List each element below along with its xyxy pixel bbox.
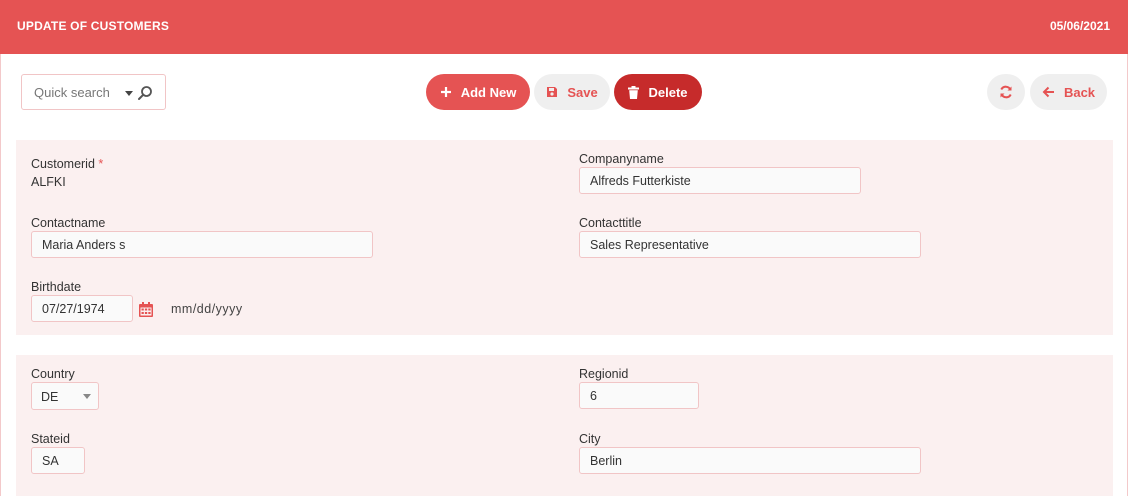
add-new-label: Add New: [460, 84, 517, 100]
delete-label: Delete: [648, 84, 688, 100]
chevron-down-icon[interactable]: [125, 91, 133, 96]
companyname-label: Companyname: [579, 152, 664, 166]
refresh-button[interactable]: [987, 74, 1025, 110]
country-select[interactable]: DE: [31, 382, 99, 410]
customer-details-panel: Customerid * ALFKI Companyname Alfreds F…: [16, 140, 1113, 335]
delete-button[interactable]: Delete: [614, 74, 702, 110]
add-new-button[interactable]: Add New: [426, 74, 530, 110]
save-label: Save: [567, 84, 598, 100]
customerid-value: ALFKI: [31, 175, 66, 189]
birthdate-field[interactable]: 07/27/1974: [31, 295, 133, 322]
country-value: DE: [41, 390, 59, 404]
arrow-left-icon: [1042, 86, 1054, 98]
country-label: Country: [31, 367, 75, 381]
save-button[interactable]: Save: [534, 74, 610, 110]
birthdate-label: Birthdate: [31, 280, 82, 294]
quick-search-input[interactable]: Quick search: [21, 74, 166, 110]
required-marker: *: [98, 157, 104, 171]
trash-icon: [628, 85, 640, 99]
contacttitle-label: Contacttitle: [579, 216, 642, 230]
header-date: 05/06/2021: [1049, 19, 1110, 33]
header-bar: UPDATE OF CUSTOMERS 05/06/2021: [0, 0, 1128, 54]
contactname-field[interactable]: Maria Anders s: [31, 231, 373, 258]
city-field[interactable]: Berlin: [579, 447, 921, 474]
stateid-field[interactable]: SA: [31, 447, 85, 474]
page-title: UPDATE OF CUSTOMERS: [17, 19, 170, 33]
plus-icon: [440, 87, 451, 97]
stateid-label: Stateid: [31, 432, 70, 446]
companyname-field[interactable]: Alfreds Futterkiste: [579, 167, 861, 194]
chevron-down-icon: [83, 394, 91, 399]
regionid-field[interactable]: 6: [579, 382, 699, 409]
contactname-label: Contactname: [31, 216, 106, 230]
back-label: Back: [1063, 84, 1096, 100]
search-placeholder: Quick search: [34, 85, 110, 100]
address-panel: Country DE Regionid 6 Stateid SA City Be…: [16, 355, 1113, 496]
contacttitle-field[interactable]: Sales Representative: [579, 231, 921, 258]
regionid-label: Regionid: [579, 367, 629, 381]
back-button[interactable]: Back: [1030, 74, 1107, 110]
customerid-label: Customerid *: [31, 157, 104, 171]
birthdate-format-hint: mm/dd/yyyy: [171, 302, 243, 316]
calendar-icon[interactable]: [139, 302, 153, 317]
search-icon[interactable]: [137, 85, 153, 101]
refresh-icon: [1000, 85, 1012, 99]
floppy-disk-icon: [547, 87, 558, 97]
city-label: City: [579, 432, 601, 446]
